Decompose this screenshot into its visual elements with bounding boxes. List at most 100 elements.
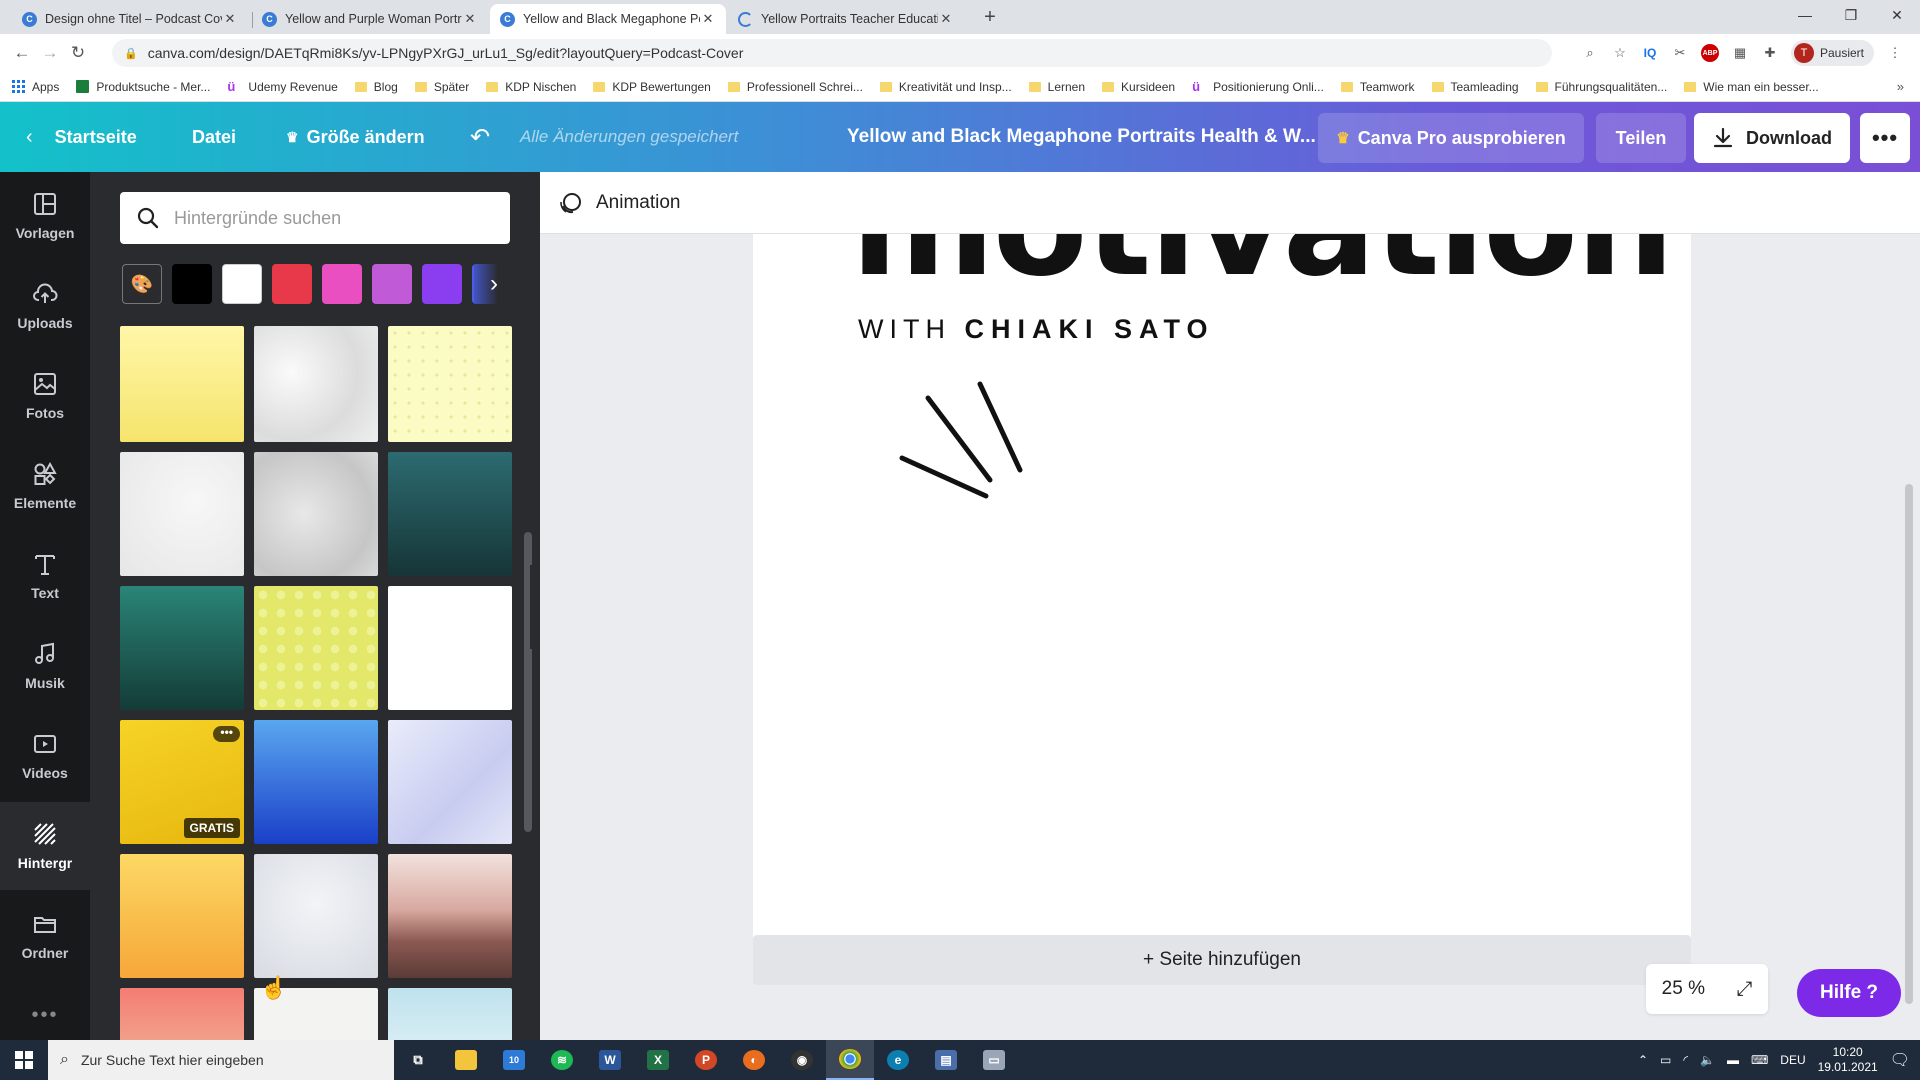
restore-window-icon[interactable]: ❐ <box>1828 0 1874 30</box>
taskbar-search[interactable]: ⌕ Zur Suche Text hier eingeben <box>48 1040 394 1080</box>
bookmark-folder[interactable]: KDP Nischen <box>486 80 576 94</box>
bookmark-item[interactable]: Produktsuche - Mer... <box>76 80 210 94</box>
headline-text[interactable]: motivation <box>851 234 1674 307</box>
app-icon[interactable]: ◐ <box>730 1040 778 1080</box>
swatch-black[interactable] <box>172 264 212 304</box>
new-tab-button[interactable]: + <box>978 6 1002 29</box>
zoom-magnifier-icon[interactable]: ⌕ <box>1581 44 1599 62</box>
speech-lines-graphic[interactable] <box>888 380 1038 520</box>
swatch-white[interactable] <box>222 264 262 304</box>
rail-item-text[interactable]: Text <box>0 532 90 620</box>
background-tile[interactable] <box>254 720 378 844</box>
powerpoint-icon[interactable]: P <box>682 1040 730 1080</box>
search-input[interactable] <box>174 207 494 229</box>
swatch-orchid[interactable] <box>372 264 412 304</box>
bookmark-item[interactable]: ü Positionierung Onli... <box>1192 79 1324 94</box>
background-tile[interactable] <box>388 854 512 978</box>
tile-more-button[interactable]: ••• <box>213 726 240 742</box>
bookmark-folder[interactable]: Lernen <box>1028 80 1085 94</box>
background-tile[interactable] <box>388 720 512 844</box>
minimize-window-icon[interactable]: — <box>1782 0 1828 30</box>
background-tile[interactable] <box>120 452 244 576</box>
share-button[interactable]: Teilen <box>1596 113 1686 163</box>
bookmark-folder[interactable]: Teamwork <box>1340 80 1415 94</box>
rail-item-templates[interactable]: Vorlagen <box>0 172 90 260</box>
design-page[interactable]: motivation WITH CHIAKI SATO <box>753 234 1691 956</box>
bookmark-folder[interactable]: Professionell Schrei... <box>727 80 863 94</box>
bookmark-folder[interactable]: Später <box>414 80 469 94</box>
browser-tab-3[interactable]: C Yellow and Black Megaphone Portraits ✕ <box>490 4 726 34</box>
back-arrow-icon[interactable]: ← <box>8 39 36 67</box>
adblock-extension-icon[interactable]: ABP <box>1700 44 1719 62</box>
close-window-icon[interactable]: ✕ <box>1874 0 1920 30</box>
bookmark-star-icon[interactable]: ☆ <box>1611 44 1629 62</box>
undo-icon[interactable]: ↶ <box>470 102 490 172</box>
rail-item-photos[interactable]: Fotos <box>0 352 90 440</box>
app-icon[interactable]: ▤ <box>922 1040 970 1080</box>
byline-text[interactable]: WITH CHIAKI SATO <box>858 314 1215 345</box>
puzzle-extensions-icon[interactable]: ✚ <box>1761 44 1779 62</box>
bookmark-folder[interactable]: Kreativität und Insp... <box>879 80 1012 94</box>
rail-item-uploads[interactable]: Uploads <box>0 262 90 350</box>
wifi-icon[interactable]: ◜ <box>1683 1053 1688 1067</box>
task-view-icon[interactable]: ⧉ <box>394 1040 442 1080</box>
add-page-button[interactable]: + Seite hinzufügen <box>753 935 1691 985</box>
bookmark-folder[interactable]: Blog <box>354 80 398 94</box>
mail-icon[interactable]: 10 <box>490 1040 538 1080</box>
chevron-up-icon[interactable]: ⌃ <box>1638 1053 1648 1067</box>
profile-button[interactable]: T Pausiert <box>1790 40 1874 66</box>
rail-item-backgrounds[interactable]: Hintergr <box>0 802 90 890</box>
iq-extension-icon[interactable]: IQ <box>1641 44 1659 62</box>
background-tile[interactable] <box>254 854 378 978</box>
chevron-right-icon[interactable]: › <box>474 264 514 304</box>
bookmark-folder[interactable]: Führungsqualitäten... <box>1535 80 1667 94</box>
palette-icon[interactable]: 🎨 <box>122 264 162 304</box>
bookmark-folder[interactable]: KDP Bewertungen <box>593 80 711 94</box>
background-search[interactable] <box>120 192 510 244</box>
try-pro-button[interactable]: ♛ Canva Pro ausprobieren <box>1318 113 1584 163</box>
swatch-pink[interactable] <box>322 264 362 304</box>
edge-icon[interactable]: e <box>874 1040 922 1080</box>
swatch-violet[interactable] <box>422 264 462 304</box>
obs-icon[interactable]: ◉ <box>778 1040 826 1080</box>
spotify-icon[interactable]: ≋ <box>538 1040 586 1080</box>
bookmark-folder[interactable]: Wie man ein besser... <box>1684 80 1819 94</box>
zoom-control[interactable]: 25 % ⤢ <box>1646 964 1768 1014</box>
document-title[interactable]: Yellow and Black Megaphone Portraits Hea… <box>847 102 1316 172</box>
background-tile-hovered[interactable]: ••• GRATIS <box>120 720 244 844</box>
rail-item-elements[interactable]: Elemente <box>0 442 90 530</box>
close-tab-icon[interactable]: ✕ <box>700 11 716 27</box>
rail-item-videos[interactable]: Videos <box>0 712 90 800</box>
extension-badge-icon[interactable]: ✂ <box>1671 44 1689 62</box>
rail-item-music[interactable]: Musik <box>0 622 90 710</box>
animation-button[interactable]: Animation <box>596 192 681 214</box>
background-tile[interactable] <box>388 988 512 1040</box>
app-icon[interactable]: ▭ <box>970 1040 1018 1080</box>
forward-arrow-icon[interactable]: → <box>36 39 64 67</box>
browser-tab-2[interactable]: C Yellow and Purple Woman Portraits ✕ <box>252 4 488 34</box>
rail-item-folders[interactable]: Ordner <box>0 892 90 980</box>
more-options-button[interactable]: ••• <box>1860 113 1910 163</box>
background-tile[interactable] <box>120 326 244 442</box>
zoom-level[interactable]: 25 % <box>1662 978 1705 1000</box>
background-tile[interactable] <box>120 586 244 710</box>
resize-button[interactable]: ♛ Größe ändern <box>286 102 425 172</box>
background-tile[interactable] <box>254 586 378 710</box>
bookmark-folder[interactable]: Kursideen <box>1102 80 1175 94</box>
windows-start-icon[interactable] <box>0 1040 48 1080</box>
close-tab-icon[interactable]: ✕ <box>462 11 478 27</box>
bookmark-folder[interactable]: Teamleading <box>1431 80 1519 94</box>
keyboard-icon[interactable]: ⌨ <box>1751 1053 1768 1067</box>
bookmark-apps[interactable]: Apps <box>12 79 59 94</box>
network-icon[interactable]: ▭ <box>1660 1053 1671 1067</box>
notification-icon[interactable]: 🗨 <box>1890 1050 1910 1070</box>
fullscreen-expand-icon[interactable]: ⤢ <box>1736 978 1752 1001</box>
speaker-icon[interactable]: 🔈 <box>1700 1053 1715 1067</box>
animation-icon[interactable] <box>558 190 584 216</box>
file-menu-button[interactable]: Datei <box>192 102 236 172</box>
help-button[interactable]: Hilfe ? <box>1797 969 1901 1017</box>
background-tile[interactable] <box>388 326 512 442</box>
grid-extension-icon[interactable]: ▦ <box>1731 44 1749 62</box>
clock[interactable]: 10:20 19.01.2021 <box>1818 1045 1878 1075</box>
browser-menu-icon[interactable]: ⋮ <box>1886 44 1904 62</box>
